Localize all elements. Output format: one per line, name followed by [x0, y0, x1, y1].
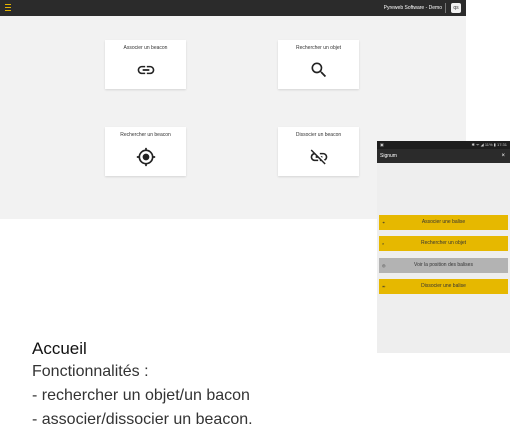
location-icon: ◎	[382, 263, 386, 268]
brand-label: Pyreweb Software - Demo	[383, 5, 442, 11]
view-tag-positions-button[interactable]: ◎ Voir la position des balises	[379, 258, 508, 273]
description-title: Accueil	[32, 339, 87, 358]
mobile-preview: ▣ ✱ ᯤ ◢ 11% ▮ 17:31 Signum × ⚭ Associer …	[377, 141, 510, 353]
button-label: Voir la position des balises	[414, 262, 473, 268]
card-associate-beacon[interactable]: Associer un beacon	[105, 40, 186, 89]
search-object-button[interactable]: ⌕ Rechercher un objet	[379, 236, 508, 251]
card-label: Dissocier un beacon	[295, 132, 342, 138]
status-bar: ▣ ✱ ᯤ ◢ 11% ▮ 17:31	[377, 141, 510, 149]
card-label: Rechercher un beacon	[120, 132, 171, 138]
description-line: - rechercher un objet/un bacon	[32, 387, 250, 404]
phone-title: Signum	[380, 153, 397, 159]
status-notification-icon: ▣	[380, 142, 384, 147]
description-line: Fonctionnalités :	[32, 363, 149, 380]
card-label: Associer un beacon	[123, 45, 168, 51]
link-icon	[136, 60, 156, 80]
description: Accueil Fonctionnalités : - rechercher u…	[32, 338, 432, 432]
avatar[interactable]: qs	[451, 3, 461, 13]
button-label: Associer une balise	[421, 219, 466, 225]
card-search-beacon[interactable]: Rechercher un beacon	[105, 127, 186, 176]
close-icon[interactable]: ×	[501, 149, 505, 163]
link-icon: ⚭	[382, 220, 386, 225]
search-icon: ⌕	[382, 241, 385, 246]
card-dissociate-beacon[interactable]: Dissocier un beacon	[278, 127, 359, 176]
associate-tag-button[interactable]: ⚭ Associer une balise	[379, 215, 508, 230]
unlink-icon	[309, 147, 329, 167]
card-search-object[interactable]: Rechercher un objet	[278, 40, 359, 89]
app-bar: Pyreweb Software - Demo qs	[0, 0, 466, 16]
app-bar-divider	[445, 3, 446, 13]
description-line: - associer/dissocier un beacon.	[32, 411, 253, 428]
card-label: Rechercher un objet	[295, 45, 342, 51]
button-label: Rechercher un objet	[420, 240, 467, 246]
status-indicators: ✱ ᯤ ◢ 11% ▮ 17:31	[471, 142, 507, 147]
hamburger-menu-icon[interactable]	[5, 4, 11, 12]
gps-target-icon	[136, 147, 156, 167]
button-label: Dissocier une balise	[421, 283, 466, 289]
phone-header: Signum ×	[377, 149, 510, 163]
search-icon	[309, 60, 329, 80]
unlink-icon: ⚮	[382, 284, 386, 289]
dissociate-tag-button[interactable]: ⚮ Dissocier une balise	[379, 279, 508, 294]
